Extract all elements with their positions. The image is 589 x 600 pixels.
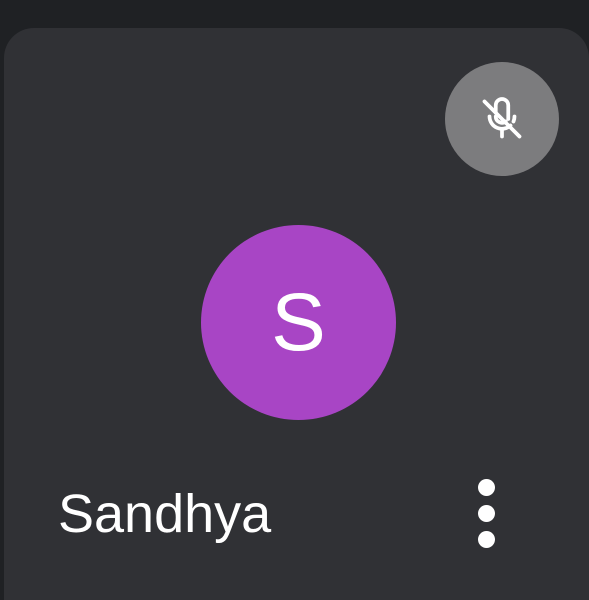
avatar: S — [201, 225, 396, 420]
more-vert-icon — [477, 478, 495, 496]
muted-indicator — [445, 62, 559, 176]
participant-name: Sandhya — [58, 484, 272, 544]
avatar-initial: S — [271, 276, 326, 368]
more-options-button[interactable] — [461, 468, 511, 558]
mic-off-icon — [482, 97, 522, 139]
more-vert-icon-dot — [477, 530, 495, 548]
participant-tile: S Sandhya — [4, 28, 589, 600]
more-vert-icon-dot — [477, 504, 495, 522]
